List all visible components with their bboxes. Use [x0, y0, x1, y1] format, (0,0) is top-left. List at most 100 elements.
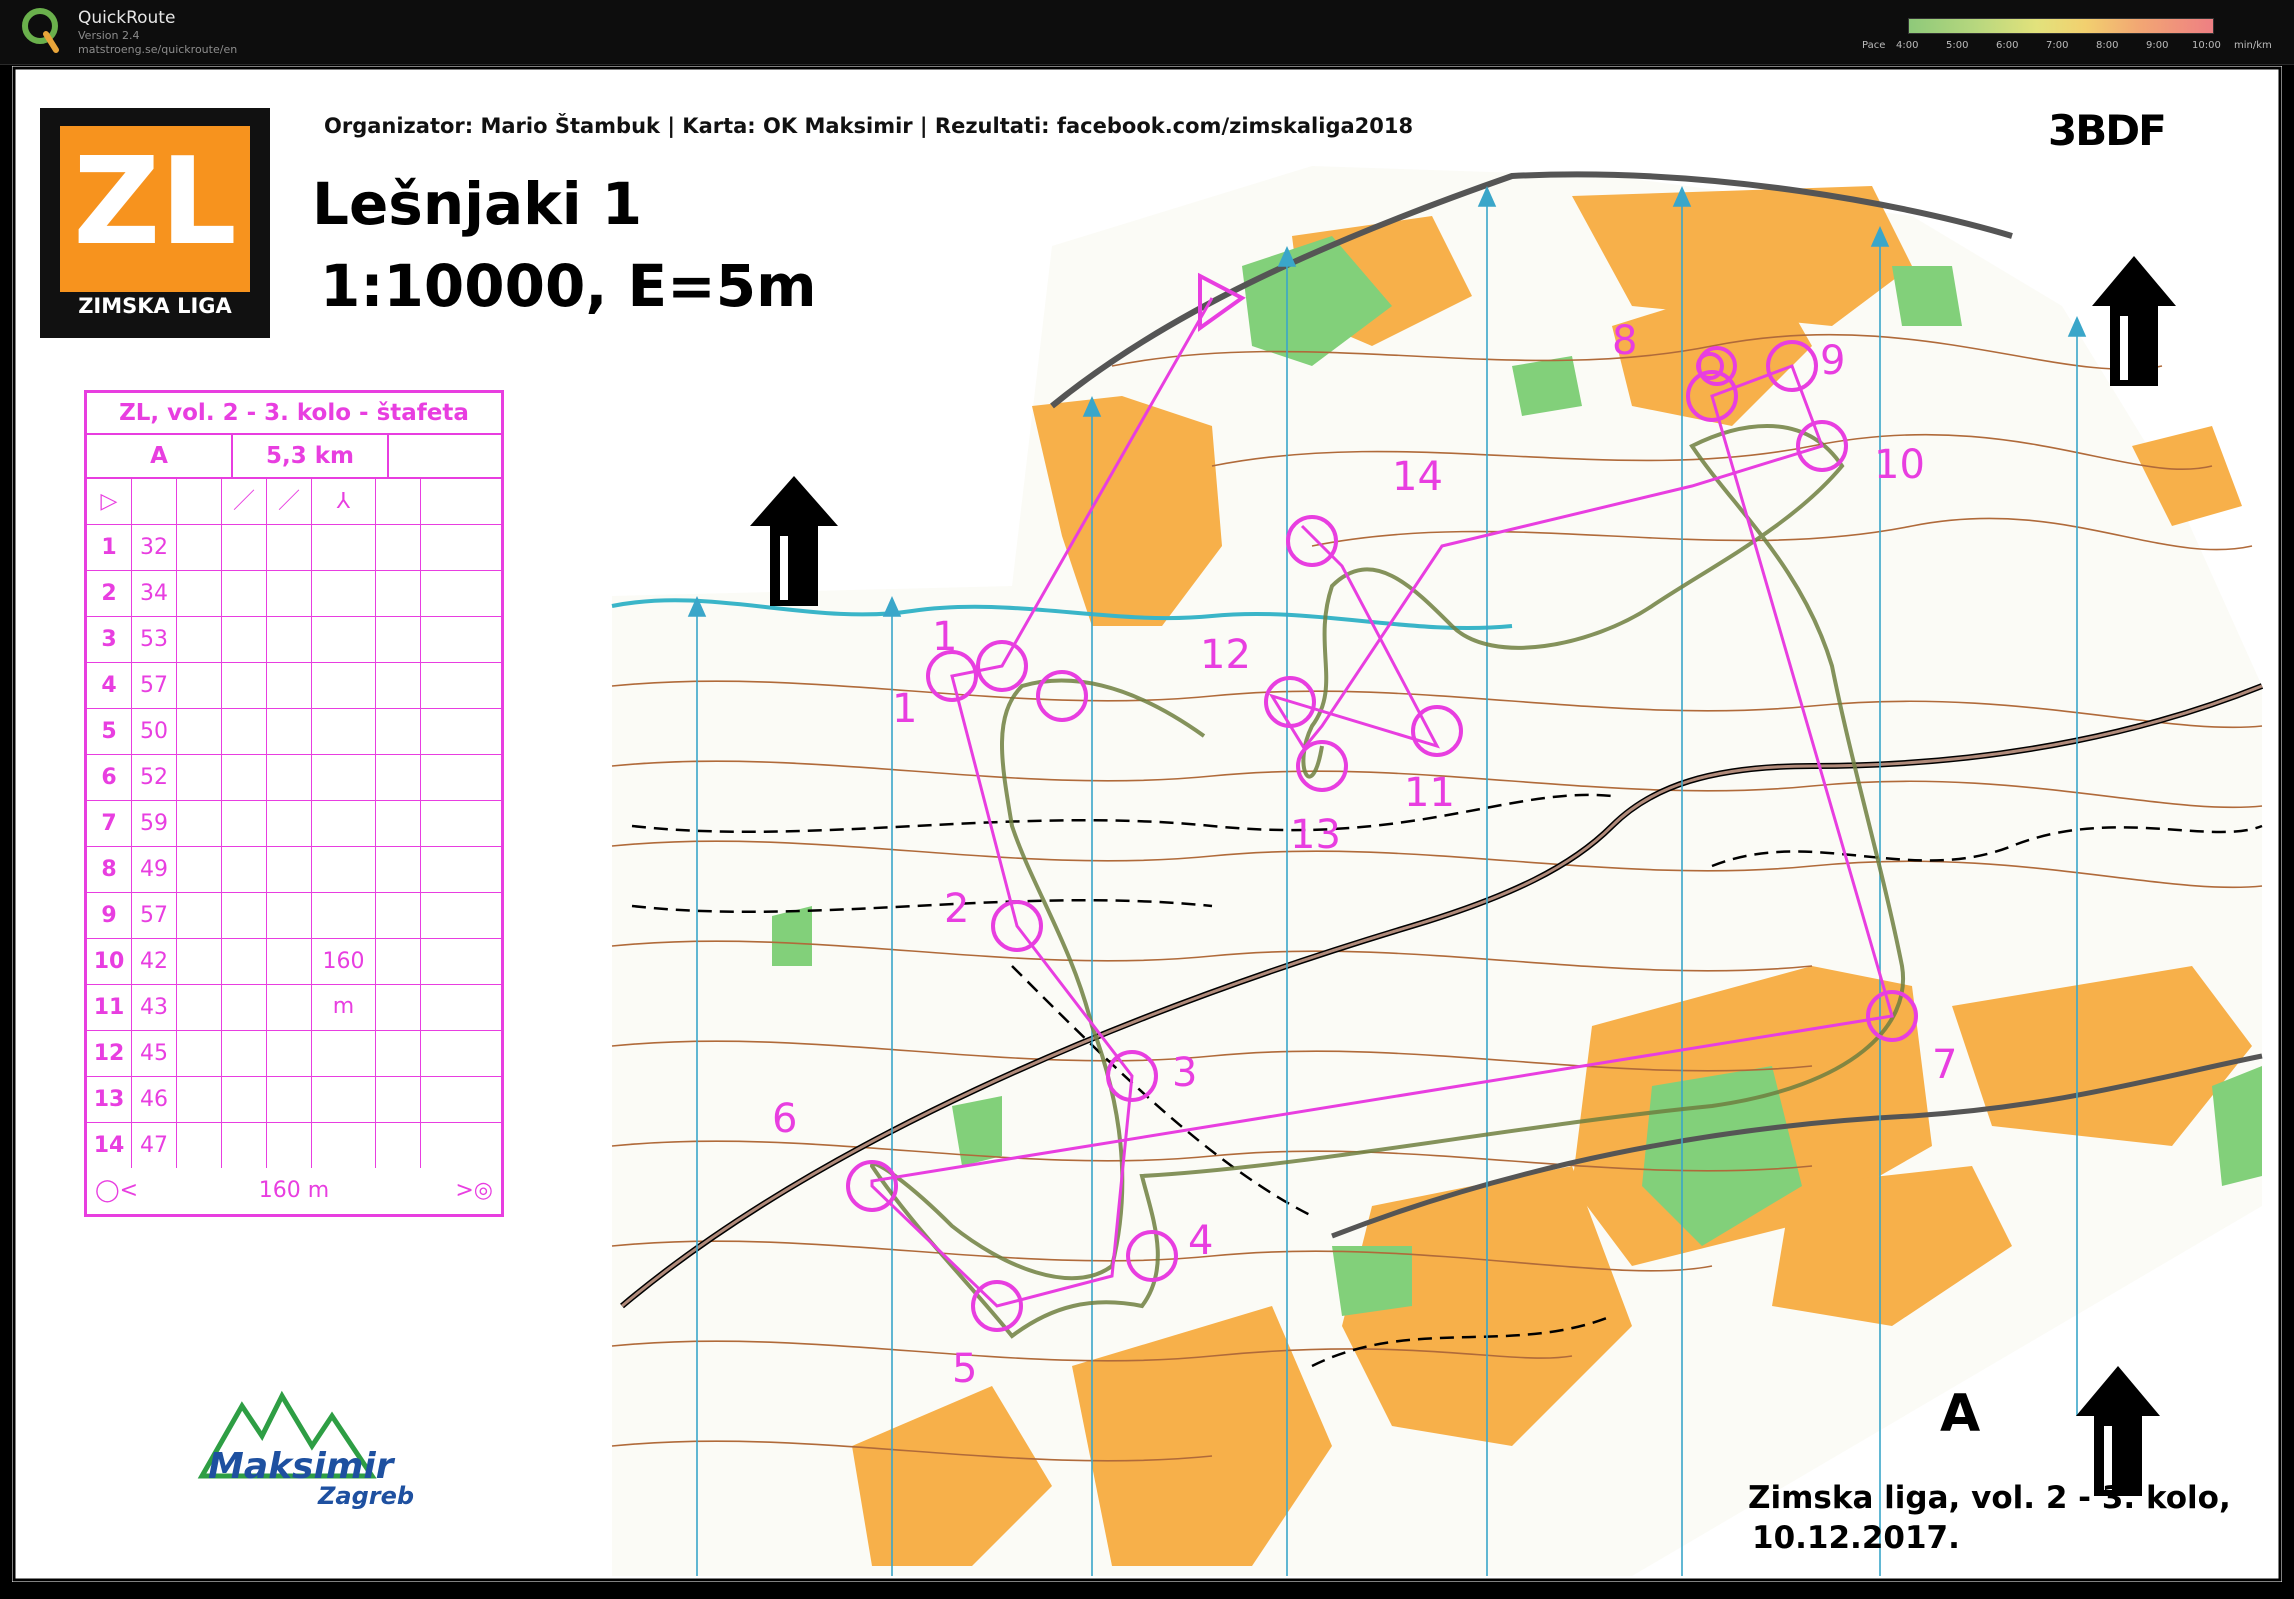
app-titlebar: QuickRoute Version 2.4 matstroeng.se/qui… — [0, 0, 2294, 65]
control-code: 57 — [132, 893, 177, 938]
control-number: 4 — [87, 663, 132, 708]
control-label: 5 — [952, 1346, 978, 1392]
pace-unit: min/km — [2234, 40, 2272, 51]
control-label: 4 — [1188, 1218, 1214, 1264]
control-note: 160 m — [312, 939, 376, 1019]
description-row: 10 42 160 m — [87, 939, 501, 1019]
control-number: 12 — [87, 1031, 132, 1076]
event-name: Zimska liga, vol. 2 - 3. kolo, — [1748, 1480, 2231, 1516]
control-number: 2 — [87, 571, 132, 616]
description-row: 5 50 — [87, 709, 501, 755]
description-row: 6 52 — [87, 755, 501, 801]
control-label: 1 — [892, 686, 918, 732]
control-number: 7 — [87, 801, 132, 846]
control-code: 43 — [132, 985, 177, 1030]
course-name: A — [87, 435, 233, 477]
control-number: 3 — [87, 617, 132, 662]
quickroute-logo-icon — [22, 8, 59, 53]
description-title: ZL, vol. 2 - 3. kolo - štafeta — [87, 393, 501, 435]
club-logo-sub: Zagreb — [318, 1482, 415, 1510]
start-triangle-icon: ▷ — [87, 479, 132, 524]
control-label: 6 — [772, 1096, 798, 1142]
control-number: 14 — [87, 1123, 132, 1168]
control-label: 10 — [1874, 442, 1925, 488]
description-rows: 1 32 2 34 3 53 4 57 5 50 6 52 7 59 8 49 9 57 10 42 160 m 11 43… — [87, 525, 501, 1168]
description-row: 13 46 — [87, 1077, 501, 1123]
course-letter: A — [1940, 1384, 1981, 1444]
control-code: 34 — [132, 571, 177, 616]
app-url[interactable]: matstroeng.se/quickroute/en — [78, 43, 237, 56]
event-date: 10.12.2017. — [1752, 1520, 1960, 1556]
description-header: A 5,3 km — [87, 435, 501, 479]
relay-code: 3BDF — [2048, 106, 2167, 155]
control-number: 11 — [87, 985, 132, 1030]
slope-icon: ／ — [222, 479, 267, 524]
finish-distance: 160 m — [258, 1178, 330, 1203]
control-number: 13 — [87, 1077, 132, 1122]
finish-circle-icon: >◎ — [455, 1178, 493, 1203]
pace-tick: 9:00 — [2146, 40, 2169, 51]
control-code: 59 — [132, 801, 177, 846]
pace-tick: 5:00 — [1946, 40, 1969, 51]
control-label: 13 — [1290, 812, 1341, 858]
control-label: 8 — [1612, 318, 1638, 364]
control-label: 9 — [1820, 338, 1846, 384]
control-number: 5 — [87, 709, 132, 754]
zimska-liga-logo: ZL ZIMSKA LIGA — [40, 108, 270, 338]
app-name: QuickRoute — [78, 8, 176, 28]
pace-tick: 10:00 — [2192, 40, 2221, 51]
control-code: 49 — [132, 847, 177, 892]
description-row: 9 57 — [87, 893, 501, 939]
control-label: 11 — [1404, 770, 1455, 816]
pace-tick: 7:00 — [2046, 40, 2069, 51]
finish-funnel-icon: ◯< — [95, 1178, 139, 1203]
pace-label: Pace — [1862, 40, 1886, 51]
description-row: 11 43 — [87, 985, 501, 1031]
pace-tick: 8:00 — [2096, 40, 2119, 51]
control-code: 53 — [132, 617, 177, 662]
pace-tick: 4:00 — [1896, 40, 1919, 51]
control-number: 9 — [87, 893, 132, 938]
organizer-line: Organizator: Mario Štambuk | Karta: OK M… — [324, 114, 1414, 138]
control-number: 10 — [87, 939, 132, 984]
control-code: 52 — [132, 755, 177, 800]
control-number: 6 — [87, 755, 132, 800]
course-length: 5,3 km — [233, 435, 389, 477]
app-version: Version 2.4 — [78, 29, 140, 42]
description-row: 3 53 — [87, 617, 501, 663]
finish-row: ◯< 160 m >◎ — [87, 1168, 501, 1214]
control-label: 14 — [1392, 454, 1443, 500]
map-title: Lešnjaki 1 — [312, 170, 643, 238]
slope-icon: ／ — [267, 479, 312, 524]
pace-tick: 6:00 — [1996, 40, 2019, 51]
control-number: 1 — [87, 525, 132, 570]
control-code: 42 — [132, 939, 177, 984]
control-label: 12 — [1200, 632, 1251, 678]
pace-labels: Pace 4:00 5:00 6:00 7:00 8:00 9:00 10:00… — [1862, 40, 2282, 54]
control-label: 3 — [1172, 1050, 1198, 1096]
control-code: 46 — [132, 1077, 177, 1122]
club-logo-text: Maksimir — [208, 1446, 394, 1487]
logo-subtitle: ZIMSKA LIGA — [78, 294, 232, 318]
control-description-sheet: ZL, vol. 2 - 3. kolo - štafeta A 5,3 km … — [84, 390, 504, 1217]
control-code: 45 — [132, 1031, 177, 1076]
map-scale: 1:10000, E=5m — [320, 252, 817, 320]
description-row: 8 49 — [87, 847, 501, 893]
control-code: 47 — [132, 1123, 177, 1168]
description-row: 4 57 — [87, 663, 501, 709]
control-label: 2 — [944, 886, 970, 932]
description-row: 2 34 — [87, 571, 501, 617]
description-row: 7 59 — [87, 801, 501, 847]
description-row: 14 47 — [87, 1123, 501, 1168]
control-code: 50 — [132, 709, 177, 754]
map-canvas[interactable]: Organizator: Mario Štambuk | Karta: OK M… — [12, 66, 2282, 1582]
description-row: 1 32 — [87, 525, 501, 571]
control-code: 57 — [132, 663, 177, 708]
description-row: 12 45 — [87, 1031, 501, 1077]
logo-text: ZL — [73, 133, 237, 272]
bend-icon: ⅄ — [312, 479, 376, 524]
pace-color-scale — [1908, 18, 2214, 34]
control-label: 1 — [932, 614, 958, 660]
control-code: 32 — [132, 525, 177, 570]
control-number: 8 — [87, 847, 132, 892]
